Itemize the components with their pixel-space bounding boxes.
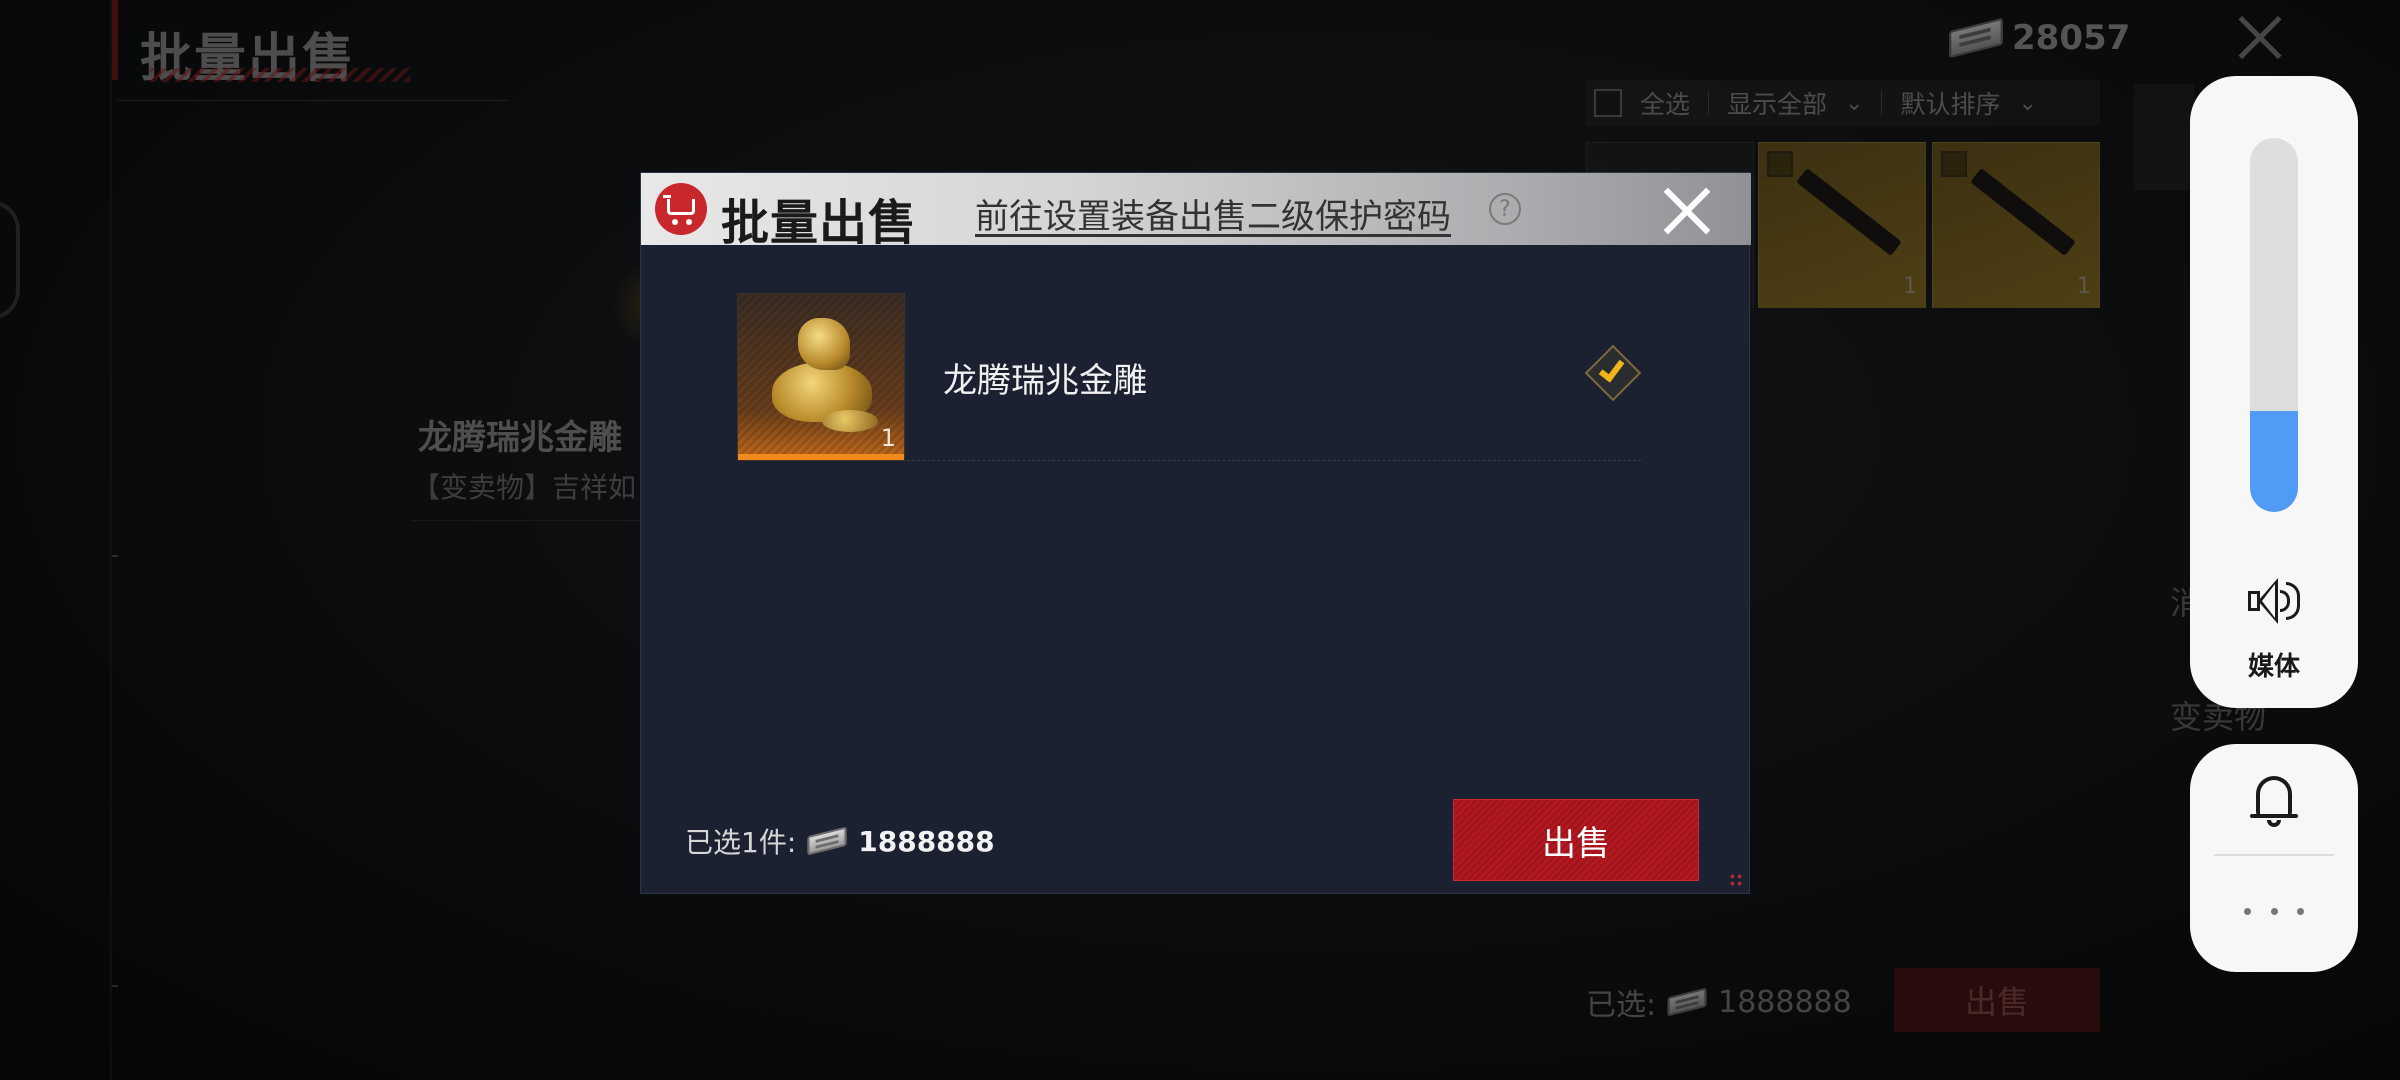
shopping-cart-icon [655, 183, 707, 235]
item-selected-checkbox[interactable] [1584, 344, 1642, 402]
selected-summary: 已选1件: 1888888 [685, 821, 995, 861]
selected-count-label: 已选1件: [685, 826, 797, 859]
resize-grip-icon [1729, 873, 1743, 887]
panel-divider [2214, 854, 2334, 856]
batch-sell-dialog: 批量出售 前往设置装备出售二级保护密码 ? 1 龙腾瑞兆金雕 已选1件: 188… [640, 172, 1751, 894]
golden-dragon-icon [762, 312, 882, 442]
selected-amount: 1888888 [858, 824, 995, 858]
dialog-title: 批量出售 [721, 195, 918, 251]
dialog-header: 批量出售 前往设置装备出售二级保护密码 ? [641, 173, 1751, 245]
volume-label: 媒体 [2247, 652, 2300, 682]
notification-panel [2190, 744, 2358, 972]
rarity-stripe [738, 454, 904, 460]
volume-panel: 媒体 [2190, 76, 2358, 708]
item-name: 龙腾瑞兆金雕 [943, 361, 1147, 401]
close-icon[interactable] [1661, 185, 1713, 237]
item-thumbnail: 1 [737, 293, 905, 461]
set-password-link[interactable]: 前往设置装备出售二级保护密码 [975, 189, 1451, 238]
list-item[interactable]: 1 龙腾瑞兆金雕 [737, 293, 1642, 461]
sell-button[interactable]: 出售 [1453, 799, 1699, 881]
volume-slider[interactable] [2250, 138, 2298, 512]
game-screen: 批量出售 28057 全选 显示全部 ⌄ 默认排序 ⌄ 1 1 龙腾瑞兆金雕 【… [0, 0, 2400, 1080]
bell-icon[interactable] [2250, 772, 2298, 828]
speaker-icon[interactable] [2246, 576, 2302, 626]
more-options-icon[interactable] [2244, 908, 2304, 916]
volume-slider-fill [2250, 411, 2298, 512]
checkmark-icon [1598, 354, 1625, 383]
item-qty: 1 [880, 424, 896, 452]
help-icon[interactable]: ? [1489, 193, 1521, 225]
currency-icon [807, 826, 847, 856]
